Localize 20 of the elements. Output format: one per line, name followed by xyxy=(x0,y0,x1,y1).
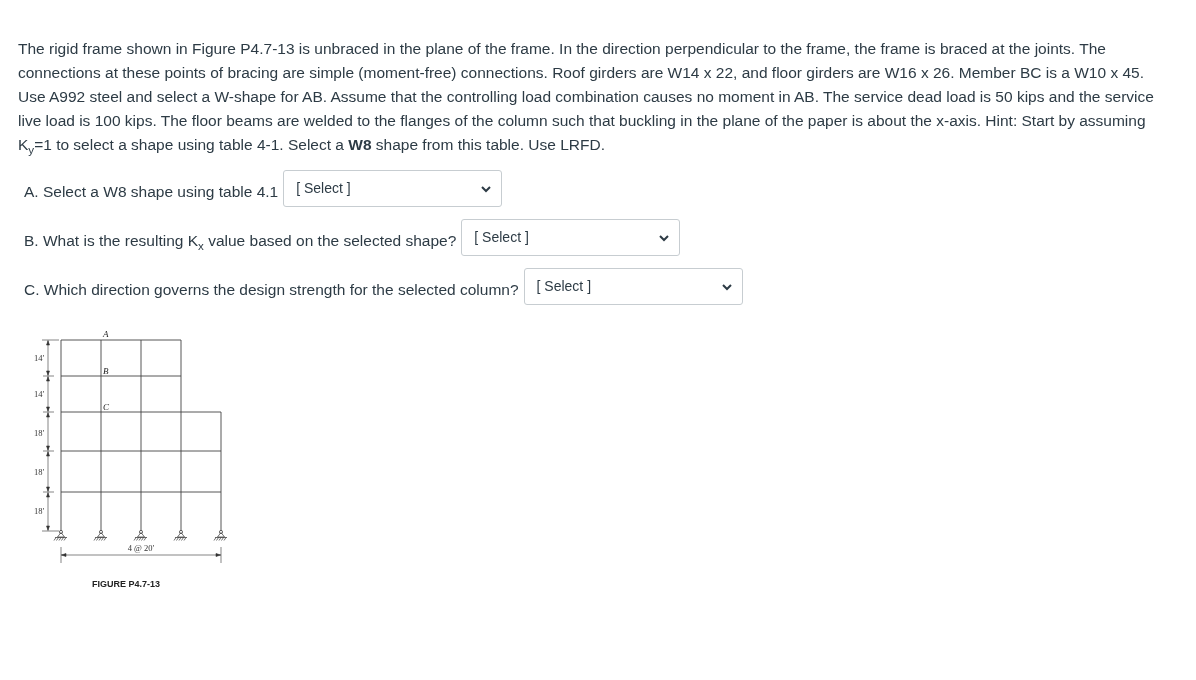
question-prompt: B. What is the resulting K$_{x}$ value based on the selected shape? xyxy=(24,231,457,250)
dimension-label: 18′ xyxy=(34,506,45,516)
answer-dropdown[interactable]: [ Select ] xyxy=(283,170,503,207)
chevron-down-icon xyxy=(481,185,492,193)
point-label: A xyxy=(103,329,109,339)
dimension-label: 14′ xyxy=(34,353,45,363)
question-prompt: C. Which direction governs the design strength for the selected column? xyxy=(24,280,519,299)
answer-dropdown[interactable]: [ Select ] xyxy=(461,219,681,256)
dimension-label: 14′ xyxy=(34,389,45,399)
answer-dropdown[interactable]: [ Select ] xyxy=(523,268,743,305)
problem-statement: The rigid frame shown in Figure P4.7-13 is unbraced in the plane of the frame. In the direction perpendicular to the frame, the frame is braced at the joints. The connections at these points of bracing are simple (moment-free) connections. Roof girders are W14 x 22, and floor girders are W16 x 26. Member BC is a W10 x 45. Use A992 steel and select a W-shape for AB. Assume that the controlling load combination causes no moment in AB. The service dead load is 50 kips and the service live load is 100 kips. The floor beams are welded to the flanges of the column such that buckling in the plane of the paper is about the x-axis. Hint: Start by assuming K$_{y}$=1 to select a shape using table 4-1. Select a W8 shape from this table. Use LRFD. xyxy=(18,39,1155,157)
dimension-label: 4 @ 20′ xyxy=(127,543,155,553)
point-label: B xyxy=(103,366,109,376)
dimension-label: 18′ xyxy=(34,467,45,477)
chevron-down-icon xyxy=(721,283,732,291)
chevron-down-icon xyxy=(659,234,670,242)
question-prompt: A. Select a W8 shape using table 4.1 xyxy=(24,182,279,201)
dimension-label: 18′ xyxy=(34,428,45,438)
figure-caption: FIGURE P4.7-13 xyxy=(92,579,161,589)
point-label: C xyxy=(103,402,109,412)
